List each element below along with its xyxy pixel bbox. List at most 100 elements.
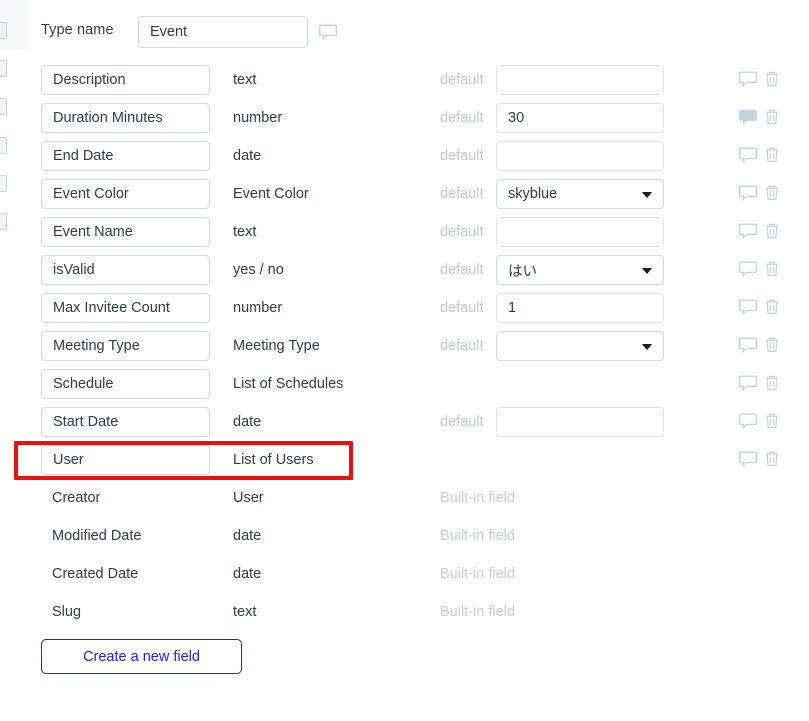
trash-icon[interactable] [763, 449, 781, 469]
field-name-input[interactable]: End Date [41, 141, 210, 171]
trash-icon[interactable] [763, 259, 781, 279]
field-type-label: date [233, 528, 262, 544]
field-name-label: Created Date [52, 566, 139, 582]
field-name-input[interactable]: Event Name [41, 217, 210, 247]
speech-bubble-icon[interactable] [738, 107, 758, 127]
default-value-input[interactable]: 30 [496, 103, 664, 133]
speech-bubble-icon[interactable] [318, 22, 338, 42]
field-name-input[interactable]: User [41, 445, 210, 475]
speech-bubble-icon[interactable] [738, 221, 758, 241]
builtin-field-label: Built-in field [440, 604, 515, 620]
field-row: Max Invitee Count number default 1 [0, 293, 809, 331]
trash-icon[interactable] [763, 183, 781, 203]
trash-icon[interactable] [763, 69, 781, 89]
default-value-input[interactable] [496, 407, 664, 437]
speech-bubble-icon[interactable] [738, 145, 758, 165]
chevron-down-icon [642, 268, 652, 274]
field-type-label: text [233, 604, 257, 620]
field-name-input[interactable]: isValid [41, 255, 210, 285]
default-label: default [440, 110, 484, 126]
default-value-text: はい [508, 263, 537, 280]
trash-icon[interactable] [763, 107, 781, 127]
create-new-field-button[interactable]: Create a new field [41, 639, 242, 674]
field-type-label: number [233, 300, 283, 316]
field-row: Creator User Built-in field [0, 483, 809, 521]
field-row: End Date date default [0, 141, 809, 179]
field-name-input[interactable]: Duration Minutes [41, 103, 210, 133]
field-type-label: Event Color [233, 186, 309, 202]
field-type-label: date [233, 148, 262, 164]
field-name-input[interactable]: Event Color [41, 179, 210, 209]
field-type-label: text [233, 224, 257, 240]
chevron-down-icon [642, 192, 652, 198]
trash-icon[interactable] [763, 411, 781, 431]
field-name-input[interactable]: Max Invitee Count [41, 293, 210, 323]
chevron-down-icon [642, 344, 652, 350]
default-value-input[interactable] [496, 141, 664, 171]
type-name-label: Type name [41, 22, 114, 38]
field-row: isValid yes / no default はい [0, 255, 809, 293]
field-type-label: yes / no [233, 262, 284, 278]
field-row: Duration Minutes number default 30 [0, 103, 809, 141]
field-name-input[interactable]: Start Date [41, 407, 210, 437]
speech-bubble-icon[interactable] [738, 335, 758, 355]
default-value-select[interactable] [496, 331, 664, 361]
builtin-field-label: Built-in field [440, 566, 515, 582]
field-type-label: List of Schedules [233, 376, 344, 392]
field-type-label: User [233, 490, 264, 506]
speech-bubble-icon[interactable] [738, 297, 758, 317]
field-row: Description text default [0, 65, 809, 103]
field-row: Meeting Type Meeting Type default [0, 331, 809, 369]
default-label: default [440, 224, 484, 240]
default-value-text: 30 [508, 110, 525, 126]
default-value-input[interactable] [496, 65, 664, 95]
trash-icon[interactable] [763, 373, 781, 393]
field-row: Modified Date date Built-in field [0, 521, 809, 559]
field-type-label: List of Users [233, 452, 314, 468]
speech-bubble-icon[interactable] [738, 183, 758, 203]
speech-bubble-icon[interactable] [738, 69, 758, 89]
field-row: Start Date date default [0, 407, 809, 445]
field-type-label: date [233, 566, 262, 582]
field-name-label: Slug [52, 604, 82, 620]
default-label: default [440, 72, 484, 88]
default-value-text: skyblue [508, 186, 558, 202]
default-value-select[interactable]: はい [496, 255, 664, 285]
field-row: User List of Users [0, 445, 809, 483]
default-label: default [440, 300, 484, 316]
field-row: Event Name text default [0, 217, 809, 255]
field-row: Event Color Event Color default skyblue [0, 179, 809, 217]
default-label: default [440, 262, 484, 278]
speech-bubble-icon[interactable] [738, 373, 758, 393]
default-label: default [440, 338, 484, 354]
trash-icon[interactable] [763, 221, 781, 241]
trash-icon[interactable] [763, 335, 781, 355]
speech-bubble-icon[interactable] [738, 259, 758, 279]
field-type-label: number [233, 110, 283, 126]
default-value-text: 1 [508, 300, 517, 316]
default-value-input[interactable]: 1 [496, 293, 664, 323]
default-value-input[interactable] [496, 217, 664, 247]
speech-bubble-icon[interactable] [738, 411, 758, 431]
field-type-label: Meeting Type [233, 338, 320, 354]
field-type-label: text [233, 72, 257, 88]
field-row: Schedule List of Schedules [0, 369, 809, 407]
default-value-select[interactable]: skyblue [496, 179, 664, 209]
field-name-label: Creator [52, 490, 101, 506]
default-label: default [440, 414, 484, 430]
type-fields-editor: Type name Event Description text default Du… [0, 0, 809, 721]
builtin-field-label: Built-in field [440, 490, 515, 506]
type-name-input[interactable]: Event [138, 16, 308, 48]
trash-icon[interactable] [763, 145, 781, 165]
trash-icon[interactable] [763, 297, 781, 317]
field-name-input[interactable]: Meeting Type [41, 331, 210, 361]
field-name-input[interactable]: Schedule [41, 369, 210, 399]
field-row: Created Date date Built-in field [0, 559, 809, 597]
field-type-label: date [233, 414, 262, 430]
default-label: default [440, 186, 484, 202]
type-name-row: Type name Event [0, 16, 809, 50]
builtin-field-label: Built-in field [440, 528, 515, 544]
default-label: default [440, 148, 484, 164]
speech-bubble-icon[interactable] [738, 449, 758, 469]
field-name-input[interactable]: Description [41, 65, 210, 95]
